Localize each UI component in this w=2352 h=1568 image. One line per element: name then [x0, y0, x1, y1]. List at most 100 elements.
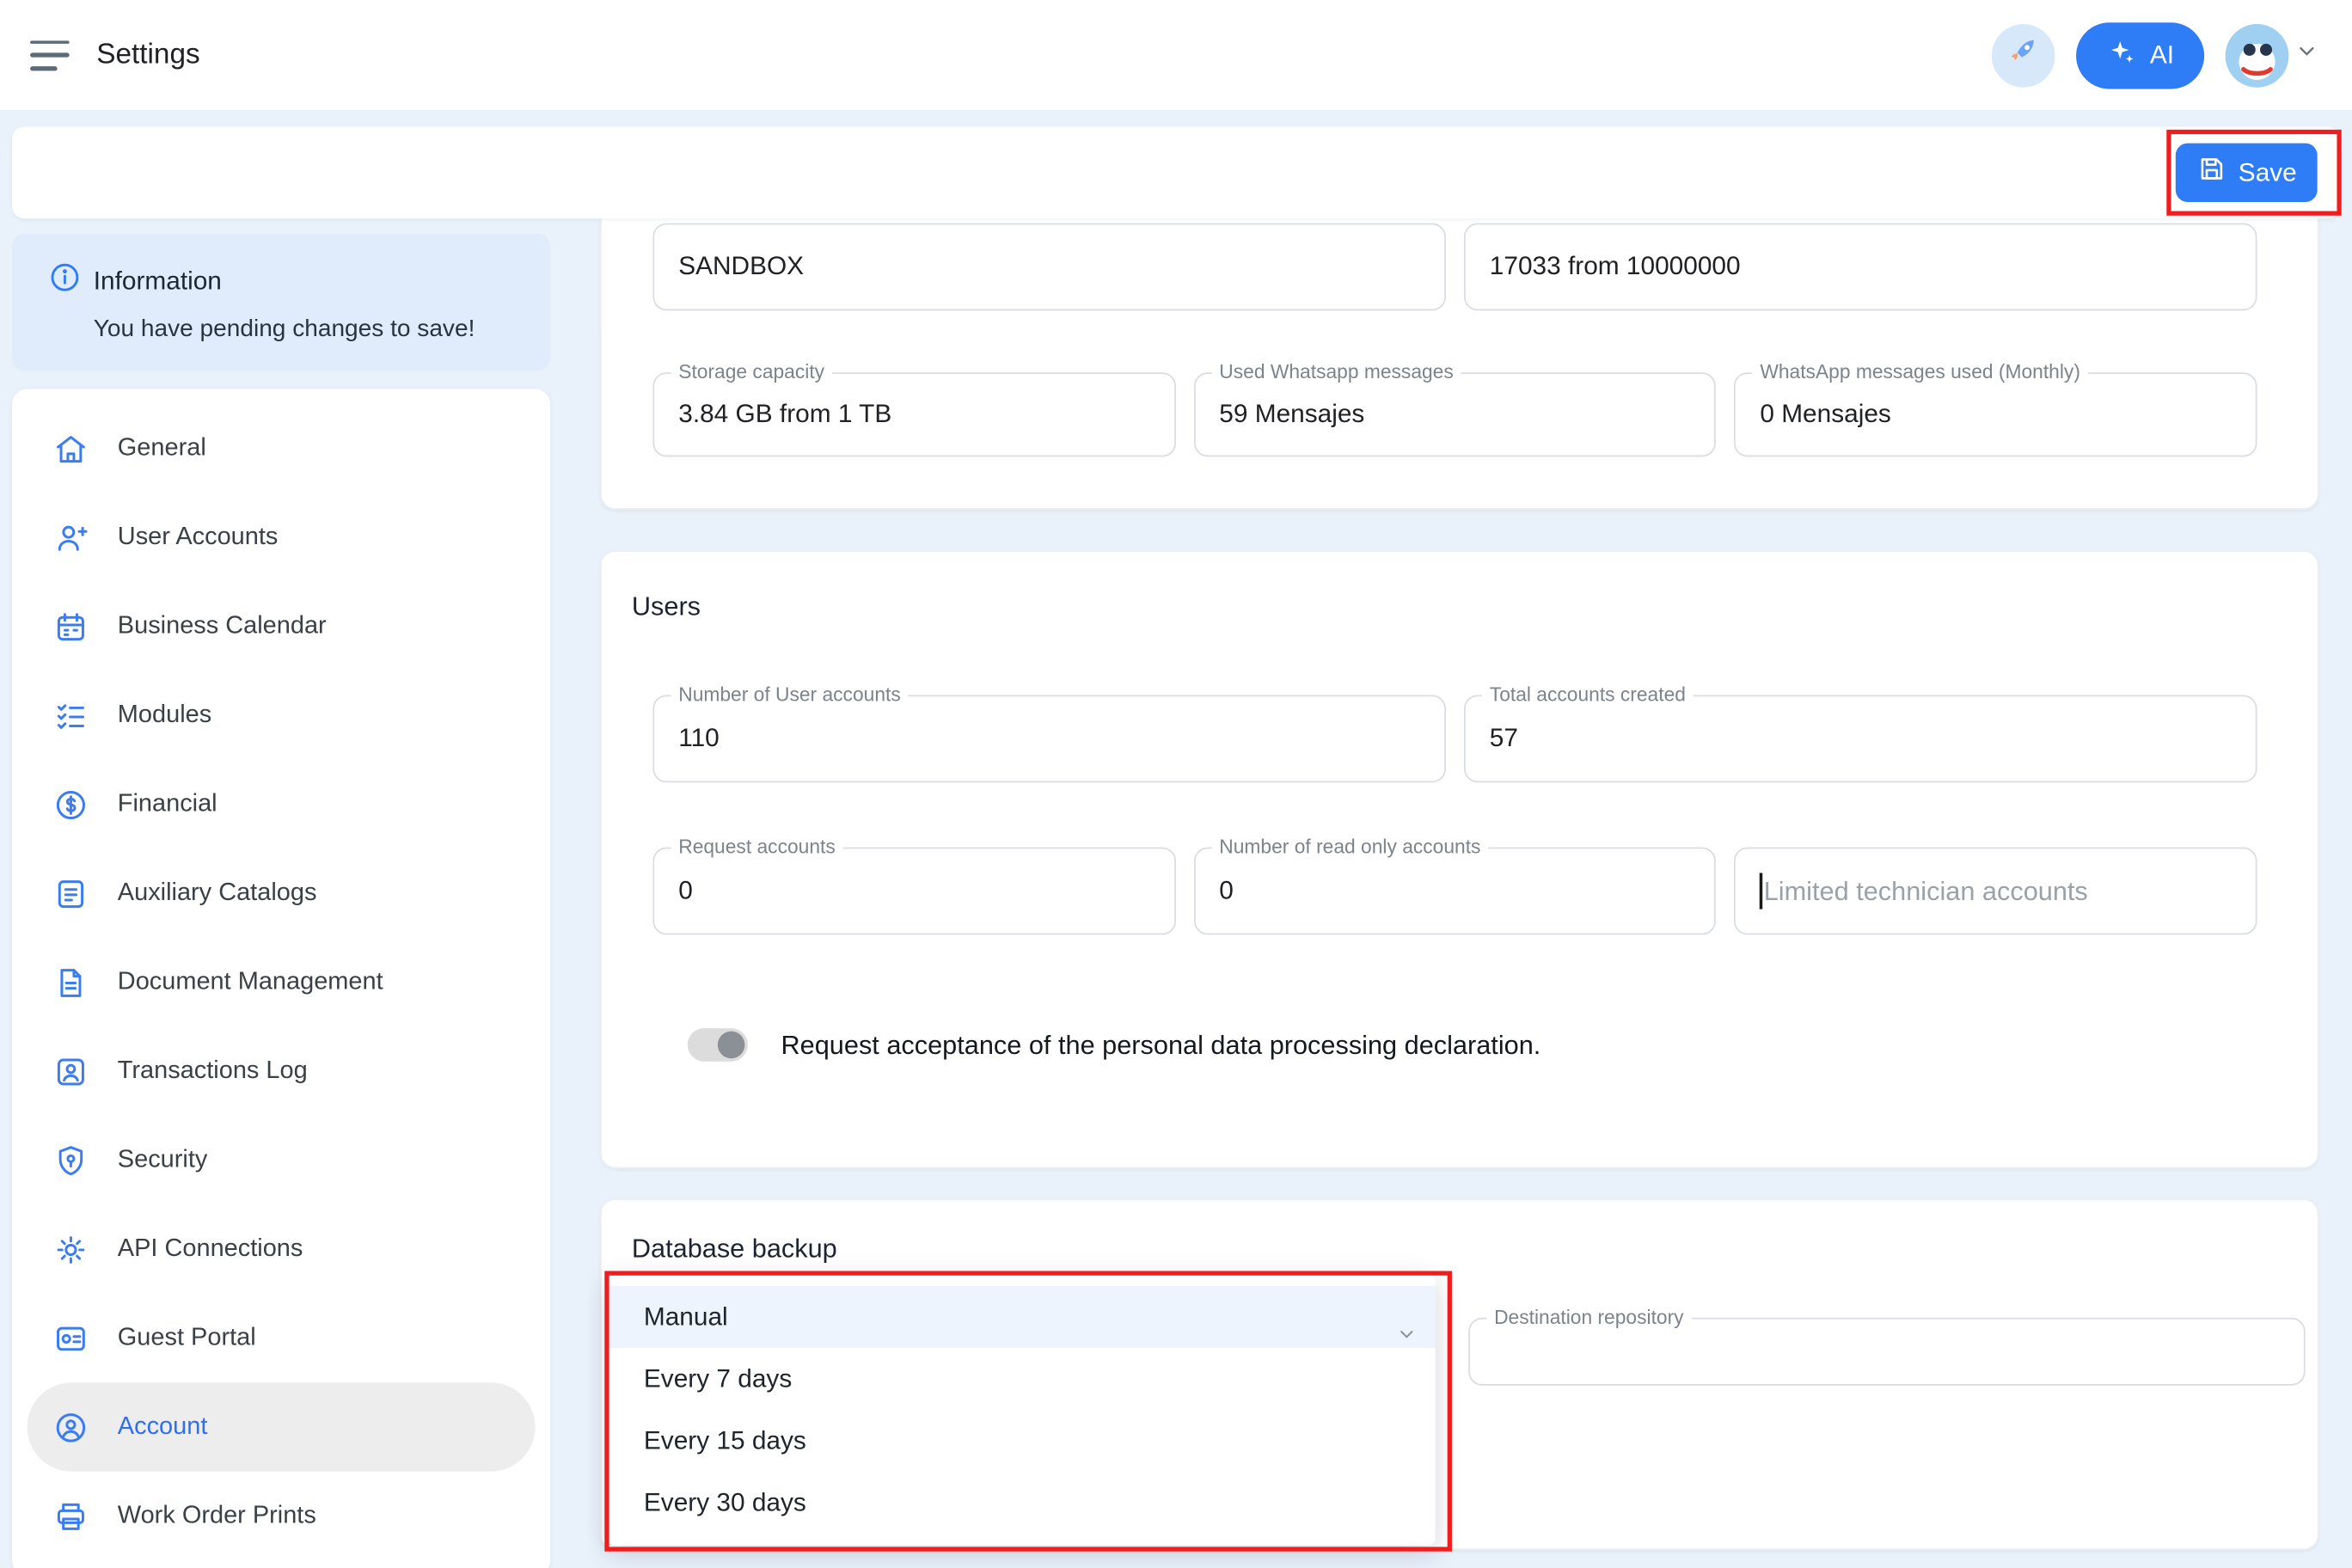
sidebar-item-document-management[interactable]: Document Management	[28, 938, 536, 1026]
main-content: SANDBOX 17033 from 10000000 Storage capa…	[588, 218, 2340, 1568]
monthly-whatsapp-value: 0 Mensajes	[1760, 400, 1890, 430]
ai-button[interactable]: AI	[2076, 21, 2204, 88]
info-icon	[48, 260, 82, 301]
dropdown-option-every-15-days[interactable]: Every 15 days	[608, 1410, 1436, 1472]
environment-value: SANDBOX	[678, 252, 804, 282]
sidebar-item-account[interactable]: Account	[28, 1382, 536, 1471]
sidebar-item-financial[interactable]: Financial	[28, 760, 536, 848]
dropdown-option-label: Every 7 days	[644, 1364, 792, 1393]
dropdown-option-every-30-days[interactable]: Every 30 days	[608, 1472, 1436, 1534]
subscription-card: SANDBOX 17033 from 10000000 Storage capa…	[600, 218, 2318, 509]
topbar-actions: AI	[1992, 21, 2319, 88]
gear-icon	[52, 1229, 91, 1269]
sidebar-item-label: API Connections	[118, 1234, 303, 1263]
sidebar-item-general[interactable]: General	[28, 404, 536, 493]
sidebar-item-label: Work Order Prints	[118, 1502, 316, 1530]
total-accounts-value: 57	[1490, 724, 1518, 754]
user-accounts-field[interactable]: Number of User accounts 110	[652, 695, 1446, 783]
dropdown-option-manual[interactable]: Manual	[608, 1286, 1436, 1348]
usage-value: 17033 from 10000000	[1490, 252, 1741, 282]
dropdown-option-every-7-days[interactable]: Every 7 days	[608, 1348, 1436, 1410]
destination-repository-field[interactable]: Destination repository	[1468, 1318, 2305, 1386]
backup-frequency-dropdown: Manual Every 7 days Every 15 days Every …	[608, 1274, 1436, 1546]
storage-capacity-field[interactable]: Storage capacity 3.84 GB from 1 TB	[652, 372, 1175, 456]
info-title: Information	[94, 266, 222, 297]
user-accounts-value: 110	[678, 724, 720, 754]
text-cursor	[1760, 873, 1762, 909]
personal-data-toggle-row: Request acceptance of the personal data …	[688, 1028, 1541, 1062]
sidebar-item-label: User Accounts	[118, 524, 279, 552]
sidebar-item-user-accounts[interactable]: User Accounts	[28, 493, 536, 582]
environment-field[interactable]: SANDBOX	[652, 224, 1446, 311]
sidebar: Information You have pending changes to …	[12, 234, 550, 1568]
users-card-title: Users	[632, 591, 701, 623]
storage-capacity-label: Storage capacity	[671, 360, 831, 383]
personal-data-toggle[interactable]	[688, 1028, 748, 1062]
destination-repository-label: Destination repository	[1486, 1306, 1691, 1328]
used-whatsapp-label: Used Whatsapp messages	[1212, 360, 1461, 383]
readonly-accounts-label: Number of read only accounts	[1212, 836, 1489, 858]
save-button[interactable]: Save	[2176, 144, 2318, 202]
request-accounts-value: 0	[678, 876, 693, 906]
save-toolbar: Save	[12, 126, 2340, 218]
menu-icon[interactable]	[30, 40, 70, 70]
sidebar-item-modules[interactable]: Modules	[28, 671, 536, 759]
limited-technician-field[interactable]: Limited technician accounts	[1735, 848, 2257, 935]
sidebar-item-business-calendar[interactable]: Business Calendar	[28, 582, 536, 671]
used-whatsapp-value: 59 Mensajes	[1219, 400, 1364, 430]
monthly-whatsapp-field[interactable]: WhatsApp messages used (Monthly) 0 Mensa…	[1735, 372, 2257, 456]
topbar: Settings AI	[0, 0, 2352, 110]
user-icon	[52, 518, 91, 557]
total-accounts-field[interactable]: Total accounts created 57	[1464, 695, 2257, 783]
dollar-icon	[52, 785, 91, 824]
info-banner: Information You have pending changes to …	[12, 234, 550, 371]
dropdown-option-label: Every 15 days	[644, 1426, 806, 1455]
calendar-icon	[52, 607, 91, 646]
transactions-icon	[52, 1051, 91, 1091]
users-card: Users Number of User accounts 110 Total …	[600, 550, 2318, 1168]
sidebar-item-work-order-prints[interactable]: Work Order Prints	[28, 1472, 536, 1560]
sidebar-item-auxiliary-catalogs[interactable]: Auxiliary Catalogs	[28, 848, 536, 937]
sidebar-item-guest-portal[interactable]: Guest Portal	[28, 1294, 536, 1382]
sidebar-item-label: Transactions Log	[118, 1057, 308, 1085]
ai-button-label: AI	[2150, 40, 2174, 70]
user-accounts-label: Number of User accounts	[671, 683, 908, 705]
request-accounts-field[interactable]: Request accounts 0	[652, 848, 1175, 935]
settings-menu: General User Accounts Business Calendar …	[12, 389, 550, 1568]
sidebar-item-label: Document Management	[118, 968, 383, 996]
sidebar-item-label: Account	[118, 1412, 208, 1441]
usage-field[interactable]: 17033 from 10000000	[1464, 224, 2257, 311]
settings-page: Save Information You have pending change…	[0, 110, 2352, 1568]
sidebar-item-label: Financial	[118, 790, 217, 818]
page-title: Settings	[96, 39, 199, 72]
portal-icon	[52, 1319, 91, 1358]
limited-technician-placeholder: Limited technician accounts	[1764, 875, 2088, 907]
sidebar-item-api-connections[interactable]: API Connections	[28, 1204, 536, 1293]
rocket-button[interactable]	[1992, 23, 2055, 87]
sidebar-item-label: Business Calendar	[118, 612, 327, 640]
info-message: You have pending changes to save!	[94, 316, 520, 344]
total-accounts-label: Total accounts created	[1482, 683, 1694, 705]
readonly-accounts-field[interactable]: Number of read only accounts 0	[1193, 848, 1716, 935]
sparkle-icon	[2106, 36, 2136, 74]
sidebar-item-label: Security	[118, 1146, 208, 1174]
chevron-down-icon[interactable]	[2294, 40, 2318, 71]
sidebar-item-label: Guest Portal	[118, 1324, 256, 1352]
catalog-icon	[52, 873, 91, 913]
shield-icon	[52, 1141, 91, 1180]
save-button-label: Save	[2239, 157, 2297, 187]
home-icon	[52, 429, 91, 469]
readonly-accounts-value: 0	[1219, 876, 1234, 906]
sidebar-item-label: Modules	[118, 701, 211, 730]
checklist-icon	[52, 695, 91, 735]
rocket-icon	[2006, 34, 2042, 77]
app-viewport: Settings AI	[0, 0, 2352, 1568]
storage-capacity-value: 3.84 GB from 1 TB	[678, 400, 891, 430]
avatar[interactable]	[2226, 23, 2289, 87]
sidebar-item-security[interactable]: Security	[28, 1116, 536, 1204]
dropdown-option-label: Every 30 days	[644, 1488, 806, 1516]
used-whatsapp-field[interactable]: Used Whatsapp messages 59 Mensajes	[1193, 372, 1716, 456]
database-backup-title: Database backup	[632, 1234, 837, 1265]
sidebar-item-transactions-log[interactable]: Transactions Log	[28, 1026, 536, 1115]
user-menu[interactable]	[2226, 23, 2319, 87]
